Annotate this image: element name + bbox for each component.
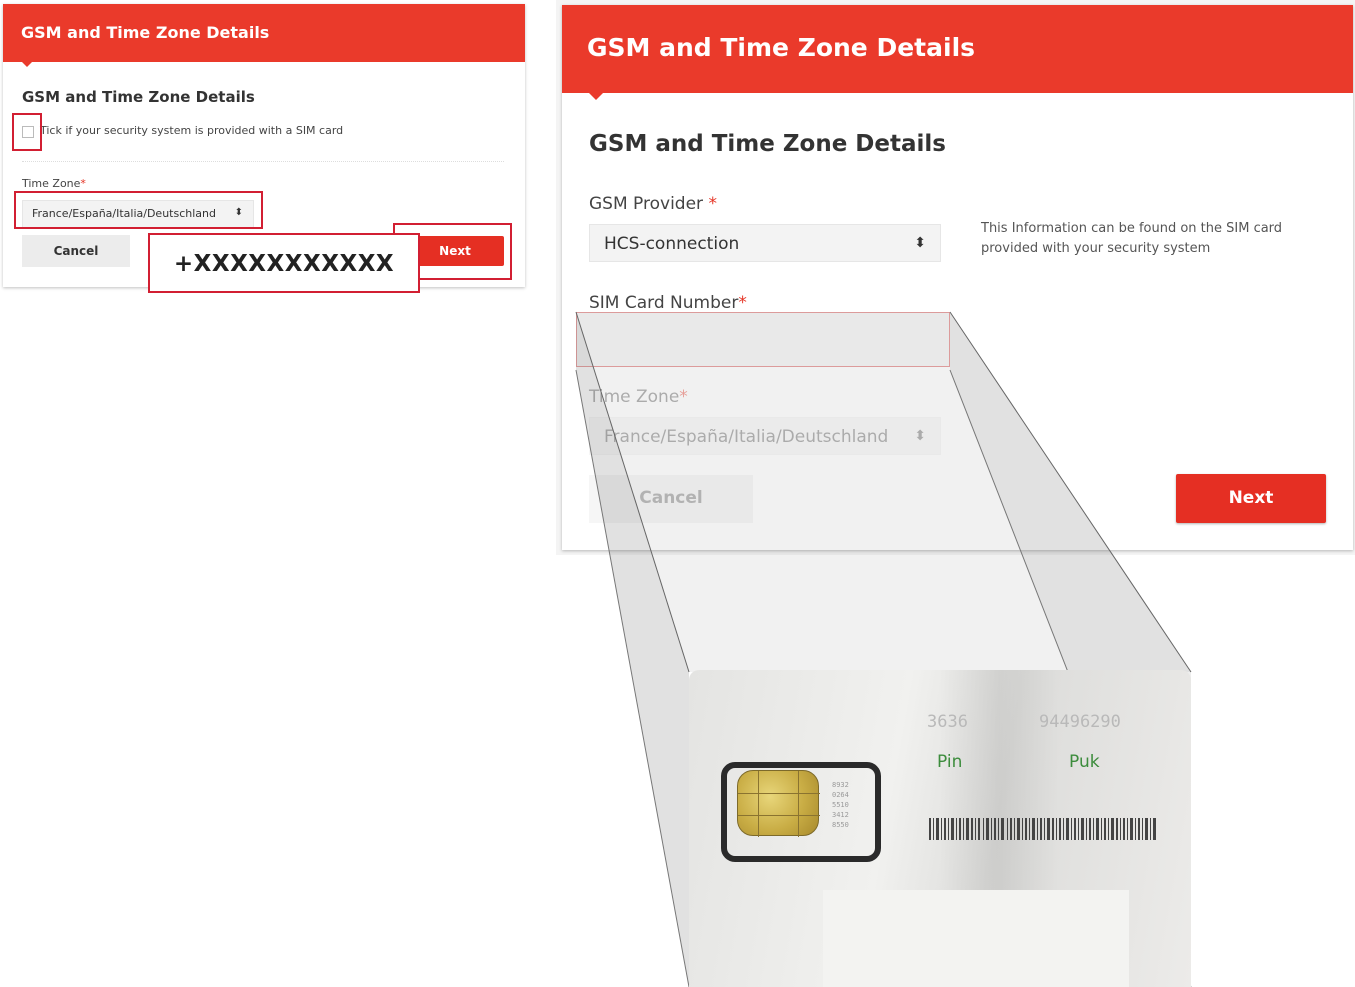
section-title: GSM and Time Zone Details: [589, 131, 946, 157]
required-marker: *: [679, 387, 688, 407]
chip-contact-line: [758, 771, 759, 837]
sim-chip-icon: [737, 770, 820, 837]
sim-card-checkbox-label: Tick if your security system is provided…: [40, 124, 344, 137]
sim-serial-line: 5510: [832, 801, 849, 809]
panel-header: GSM and Time Zone Details: [562, 5, 1353, 93]
sim-serial-line: 8932: [832, 781, 849, 789]
chip-contact-line: [798, 771, 799, 837]
header-notch: [22, 62, 32, 67]
cancel-button[interactable]: Cancel: [589, 475, 753, 523]
cancel-button-label: Cancel: [53, 244, 99, 258]
sim-card-number-label-text: SIM Card Number: [589, 293, 739, 313]
sim-card-image: 8932 0264 5510 3412 8550 3636 94496290 P…: [689, 670, 1191, 987]
sim-phone-number-highlight: +XXXXXXXXXXX: [148, 233, 420, 293]
required-marker: *: [738, 293, 747, 313]
time-zone-highlight-box: [14, 191, 263, 229]
header-notch: [589, 93, 603, 100]
gsm-provider-label: GSM Provider *: [589, 194, 717, 214]
section-title: GSM and Time Zone Details: [22, 88, 255, 106]
chip-contact-line: [738, 815, 820, 816]
panel-header-title: GSM and Time Zone Details: [587, 33, 976, 62]
sim-serial-line: 3412: [832, 811, 849, 819]
gsm-provider-select[interactable]: HCS-connection ⬍: [589, 224, 941, 262]
time-zone-label: Time Zone*: [589, 387, 688, 407]
time-zone-selected-value: France/España/Italia/Deutschland: [604, 427, 889, 447]
chip-contact-line: [738, 793, 820, 794]
sim-puk-number: 94496290: [1039, 712, 1121, 732]
time-zone-label-text: Time Zone: [589, 387, 680, 407]
sim-pin-number: 3636: [927, 712, 968, 732]
sim-card-number-label: SIM Card Number*: [589, 293, 747, 313]
sim-serial-line: 0264: [832, 791, 849, 799]
cancel-button[interactable]: Cancel: [22, 235, 130, 267]
required-marker: *: [708, 194, 717, 214]
gsm-provider-label-text: GSM Provider: [589, 194, 704, 214]
sim-number-area: [823, 890, 1129, 987]
gsm-provider-selected-value: HCS-connection: [604, 234, 740, 254]
barcode-icon: [929, 818, 1156, 840]
form-card: GSM and Time Zone Details GSM and Time Z…: [562, 5, 1353, 550]
select-arrows-icon: ⬍: [914, 428, 926, 444]
select-arrows-icon: ⬍: [914, 235, 926, 251]
cancel-button-label: Cancel: [639, 488, 703, 508]
checkbox-highlight-box: [12, 113, 42, 151]
sim-puk-label: Puk: [1069, 752, 1100, 772]
next-button[interactable]: Next: [1176, 474, 1326, 523]
large-form-panel: GSM and Time Zone Details GSM and Time Z…: [556, 0, 1355, 555]
sim-pin-label: Pin: [937, 752, 963, 772]
sim-card-number-input[interactable]: [576, 312, 950, 367]
required-marker: *: [80, 177, 86, 190]
time-zone-select[interactable]: France/España/Italia/Deutschland ⬍: [589, 417, 941, 455]
sim-serial-line: 8550: [832, 821, 849, 829]
panel-header-title: GSM and Time Zone Details: [21, 23, 270, 42]
panel-header: GSM and Time Zone Details: [3, 4, 525, 62]
sim-info-hint: This Information can be found on the SIM…: [981, 221, 1283, 256]
time-zone-label-text: Time Zone: [22, 177, 81, 190]
time-zone-label: Time Zone*: [22, 177, 86, 190]
divider: [22, 161, 504, 162]
sim-phone-number: +XXXXXXXXXXX: [173, 251, 395, 277]
next-button-label: Next: [1228, 488, 1274, 508]
sim-serial-number: 8932 0264 5510 3412 8550: [832, 780, 854, 830]
